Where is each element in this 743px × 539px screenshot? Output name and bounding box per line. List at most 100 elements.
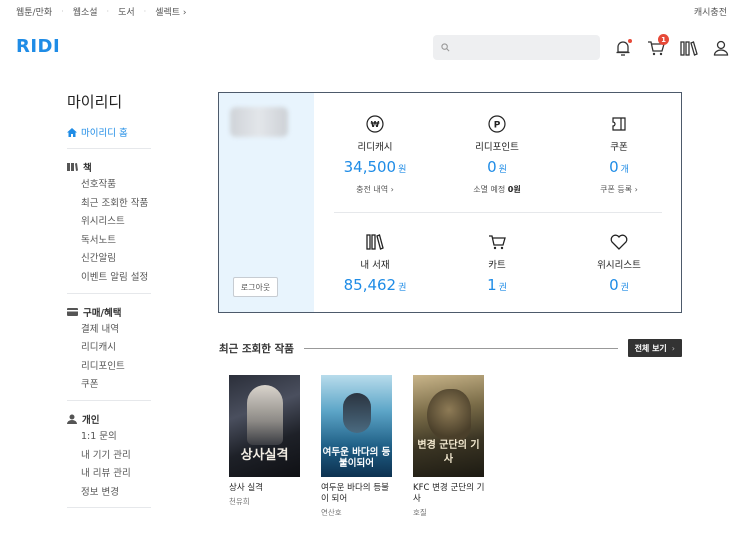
chevron-right-icon: › bbox=[182, 7, 187, 18]
nav-separator: · bbox=[61, 6, 64, 16]
sidebar-item-event-alert[interactable]: 이벤트 알림 설정 bbox=[67, 269, 151, 288]
library-icon bbox=[680, 40, 698, 56]
cover-figure bbox=[247, 385, 283, 445]
sidebar-item-reading-note[interactable]: 독서노트 bbox=[67, 232, 151, 251]
sidebar-item-inquiry[interactable]: 1:1 문의 bbox=[67, 428, 151, 447]
nav-select[interactable]: 셀렉트 › bbox=[155, 5, 186, 18]
sidebar-item-recent[interactable]: 최근 조회한 작품 bbox=[67, 195, 151, 214]
book-card[interactable]: 상사실격 상사 실격 천유희 bbox=[229, 375, 304, 507]
nav-webnovel[interactable]: 웹소설 bbox=[73, 5, 98, 18]
sidebar: 마이리디 마이리디 홈 책 선호작품 최근 조회한 작품 위시리스트 독서노트 … bbox=[67, 88, 151, 509]
notification-button[interactable] bbox=[612, 38, 634, 58]
sidebar-item-preferred[interactable]: 선호작품 bbox=[67, 176, 151, 195]
cash-charge-link[interactable]: 캐시충전 bbox=[694, 5, 727, 18]
cover-figure bbox=[427, 389, 471, 441]
grid-divider bbox=[334, 212, 662, 213]
sidebar-item-coupon[interactable]: 쿠폰 bbox=[67, 376, 151, 395]
book-card[interactable]: 변경 군단의 기사 KFC 변경 군단의 기사 호질 bbox=[413, 375, 488, 518]
book-cover[interactable]: 상사실격 bbox=[229, 375, 300, 477]
coupon-value: 0 bbox=[609, 158, 619, 176]
sidebar-section-personal: 개인 bbox=[67, 412, 151, 426]
won-icon: ₩ bbox=[366, 115, 384, 133]
book-title: KFC 변경 군단의 기사 bbox=[413, 483, 485, 504]
library-value: 85,462 bbox=[343, 276, 397, 294]
sidebar-purchase-list: 결제 내역 리디캐시 리디포인트 쿠폰 bbox=[67, 321, 151, 395]
sidebar-item-ridipoint[interactable]: 리디포인트 bbox=[67, 358, 151, 377]
home-icon bbox=[67, 127, 77, 137]
ridi-logo[interactable]: RIDI bbox=[16, 36, 60, 57]
book-author: 연산호 bbox=[321, 508, 342, 517]
search-box[interactable] bbox=[433, 35, 600, 60]
wishlist-label: 위시리스트 bbox=[597, 260, 641, 271]
header: RIDI 1 bbox=[0, 24, 743, 72]
nav-separator: · bbox=[143, 6, 147, 16]
sidebar-item-new-release[interactable]: 신간알림 bbox=[67, 250, 151, 269]
sidebar-section-title: 개인 bbox=[82, 414, 100, 426]
sidebar-home-label: 마이리디 홈 bbox=[81, 128, 128, 139]
library-unit: 권 bbox=[398, 283, 407, 293]
user-icon bbox=[713, 40, 729, 56]
view-all-label: 전체 보기 bbox=[634, 343, 667, 353]
card-icon bbox=[67, 307, 78, 316]
search-input[interactable] bbox=[454, 42, 594, 53]
sidebar-section-books: 책 bbox=[67, 160, 151, 174]
sidebar-item-reviews[interactable]: 내 리뷰 관리 bbox=[67, 465, 151, 484]
cart-button[interactable]: 1 bbox=[645, 34, 669, 58]
book-author: 호질 bbox=[413, 508, 427, 517]
cart-badge: 1 bbox=[658, 34, 669, 45]
sidebar-divider bbox=[67, 148, 151, 149]
nav-webtoon[interactable]: 웹툰/만화 bbox=[16, 5, 52, 18]
sidebar-item-devices[interactable]: 내 기기 관리 bbox=[67, 447, 151, 466]
book-cover[interactable]: 변경 군단의 기사 bbox=[413, 375, 484, 477]
cover-title: 여두운 바다의 등불이되어 bbox=[322, 447, 391, 469]
sidebar-divider bbox=[67, 507, 151, 509]
cart-unit: 권 bbox=[498, 283, 507, 293]
search-icon bbox=[441, 43, 450, 52]
top-navigation: 웹툰/만화 · 웹소설 · 도서 · 셀렉트 › 캐시충전 bbox=[0, 0, 743, 22]
charge-history-link[interactable]: 충전 내역 › bbox=[314, 184, 436, 195]
ridipoint-cell[interactable]: P 리디포인트 0원 소멸 예정 0원 bbox=[436, 113, 558, 195]
account-profile-area: 로그아웃 bbox=[219, 93, 314, 312]
ridicash-unit: 원 bbox=[398, 165, 407, 175]
sidebar-item-payment[interactable]: 결제 내역 bbox=[67, 321, 151, 340]
sidebar-item-ridicash[interactable]: 리디캐시 bbox=[67, 339, 151, 358]
book-card[interactable]: 여두운 바다의 등불이되어 여두운 바다의 등불이 되어 연산호 bbox=[321, 375, 396, 518]
recent-section-rule bbox=[303, 347, 618, 349]
sidebar-book-list: 선호작품 최근 조회한 작품 위시리스트 독서노트 신간알림 이벤트 알림 설정 bbox=[67, 176, 151, 288]
coupon-register-link[interactable]: 쿠폰 등록 › bbox=[558, 184, 680, 195]
blurred-username bbox=[230, 107, 288, 137]
coupon-icon bbox=[612, 117, 626, 131]
library-label: 내 서재 bbox=[360, 260, 390, 271]
sidebar-item-profile[interactable]: 정보 변경 bbox=[67, 484, 151, 503]
svg-text:₩: ₩ bbox=[371, 120, 380, 129]
library-button[interactable] bbox=[678, 38, 700, 58]
view-all-button[interactable]: 전체 보기 › bbox=[627, 339, 682, 357]
ridipoint-value: 0 bbox=[487, 158, 497, 176]
svg-text:P: P bbox=[494, 121, 501, 131]
cart-value: 1 bbox=[487, 276, 497, 294]
coupon-label: 쿠폰 bbox=[610, 142, 628, 153]
expiring-points: 소멸 예정 0원 bbox=[436, 184, 558, 195]
ridicash-cell[interactable]: ₩ 리디캐시 34,500 원 충전 내역 › bbox=[314, 113, 436, 195]
cart-cell[interactable]: 카트 1권 bbox=[436, 231, 558, 294]
cover-title: 상사실격 bbox=[240, 448, 289, 463]
book-cover[interactable]: 여두운 바다의 등불이되어 bbox=[321, 375, 392, 477]
sidebar-personal-list: 1:1 문의 내 기기 관리 내 리뷰 관리 정보 변경 bbox=[67, 428, 151, 502]
coupon-cell[interactable]: 쿠폰 0개 쿠폰 등록 › bbox=[558, 113, 680, 195]
sidebar-item-wishlist[interactable]: 위시리스트 bbox=[67, 213, 151, 232]
logout-button[interactable]: 로그아웃 bbox=[233, 277, 278, 297]
recent-section-title: 최근 조회한 작품 bbox=[219, 342, 294, 355]
account-summary-panel: 로그아웃 ₩ 리디캐시 34,500 원 충전 내역 › P 리디포인트 0원 소… bbox=[218, 92, 682, 313]
wishlist-value: 0 bbox=[609, 276, 619, 294]
notification-dot bbox=[628, 39, 632, 43]
sidebar-divider bbox=[67, 292, 151, 294]
library-cell[interactable]: 내 서재 85,462 권 bbox=[314, 231, 436, 294]
book-title: 상사 실격 bbox=[229, 483, 263, 493]
ridipoint-unit: 원 bbox=[498, 165, 507, 175]
nav-books[interactable]: 도서 bbox=[118, 5, 135, 18]
nav-separator: · bbox=[106, 6, 110, 16]
mypage-button[interactable] bbox=[710, 38, 732, 58]
wishlist-cell[interactable]: 위시리스트 0권 bbox=[558, 231, 680, 294]
sidebar-home-link[interactable]: 마이리디 홈 bbox=[67, 125, 151, 139]
book-author: 천유희 bbox=[229, 497, 250, 506]
